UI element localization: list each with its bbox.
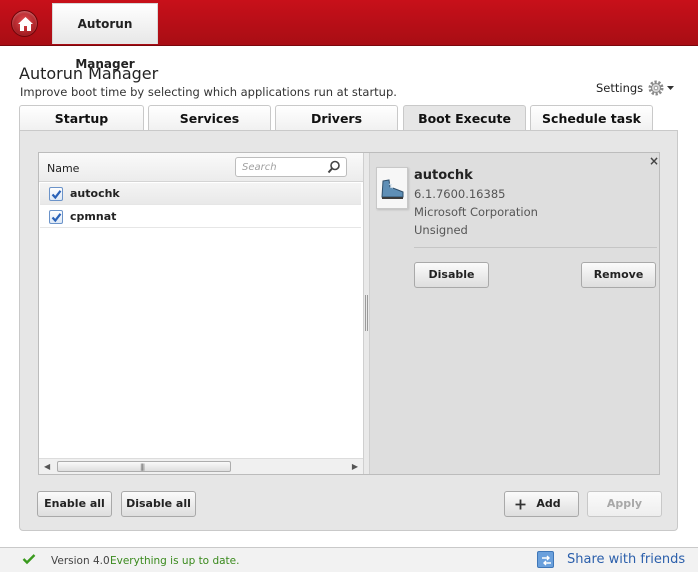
horizontal-scrollbar[interactable]: ◀ ||| ▶ (39, 458, 363, 474)
search-input[interactable] (242, 160, 327, 174)
gear-icon (648, 80, 674, 96)
settings-gear-menu[interactable] (646, 78, 676, 101)
disable-all-button[interactable]: Disable all (121, 491, 196, 517)
search-box[interactable] (235, 157, 347, 177)
chevron-down-icon (667, 86, 674, 90)
search-icon[interactable] (327, 160, 341, 174)
splitter-grip-icon (365, 295, 368, 331)
entry-label: autochk (70, 187, 120, 200)
status-message: Everything is up to date. (110, 555, 240, 567)
page-title: Autorun Manager (19, 64, 159, 83)
page-subtitle: Improve boot time by selecting which app… (20, 85, 397, 99)
version-text: Version 4.0 (51, 555, 110, 567)
app-tab[interactable]: Autorun Manager (52, 3, 158, 71)
tab-services[interactable]: Services (148, 105, 271, 131)
app-file-icon (376, 167, 408, 209)
tab-startup[interactable]: Startup (19, 105, 144, 131)
detail-version: 6.1.7600.16385 (414, 187, 506, 201)
close-icon[interactable]: × (649, 154, 659, 168)
check-icon (22, 554, 36, 565)
scroll-left-icon[interactable]: ◀ (44, 462, 50, 471)
entry-list: Name autochk cpmna (39, 153, 363, 474)
checkmark-icon (51, 213, 62, 223)
status-bar: Version 4.0 Everything is up to date. Sh… (0, 547, 698, 572)
share-icon[interactable] (537, 551, 554, 568)
scrollbar-thumb[interactable]: ||| (57, 461, 231, 472)
detail-company: Microsoft Corporation (414, 205, 538, 219)
detail-name: autochk (414, 168, 473, 183)
list-header: Name (39, 153, 363, 182)
entry-checkbox[interactable] (49, 187, 63, 201)
home-icon (18, 17, 33, 31)
enable-all-button[interactable]: Enable all (37, 491, 112, 517)
add-button-label: Add (536, 497, 561, 510)
entry-checkbox[interactable] (49, 210, 63, 224)
settings-link[interactable]: Settings (596, 81, 643, 95)
tab-boot-execute[interactable]: Boot Execute (403, 105, 526, 132)
remove-button[interactable]: Remove (581, 262, 656, 288)
plus-icon (515, 499, 526, 510)
scroll-right-icon[interactable]: ▶ (352, 462, 358, 471)
add-button[interactable]: Add (504, 491, 579, 517)
divider (414, 247, 657, 248)
apply-button[interactable]: Apply (587, 491, 662, 517)
list-item[interactable]: cpmnat (40, 206, 361, 228)
disable-button[interactable]: Disable (414, 262, 489, 288)
list-item[interactable]: autochk (40, 183, 361, 205)
home-button[interactable] (11, 10, 38, 37)
tab-drivers[interactable]: Drivers (275, 105, 398, 131)
pane-splitter[interactable] (363, 153, 370, 474)
tab-schedule-task[interactable]: Schedule task (530, 105, 653, 131)
title-bar: Autorun Manager (0, 0, 698, 71)
boot-icon (381, 179, 404, 199)
boot-execute-pane: Name autochk cpmna (38, 152, 660, 475)
share-with-friends-link[interactable]: Share with friends (567, 552, 685, 567)
checkmark-icon (51, 190, 62, 200)
share-arrows-icon (542, 555, 551, 566)
detail-signature: Unsigned (414, 223, 468, 237)
grip-icon: ||| (140, 463, 145, 471)
column-header-name[interactable]: Name (47, 162, 79, 175)
detail-panel: × autochk 6.1.7600.16385 Microsoft Corpo… (370, 153, 659, 474)
entry-label: cpmnat (70, 210, 117, 223)
